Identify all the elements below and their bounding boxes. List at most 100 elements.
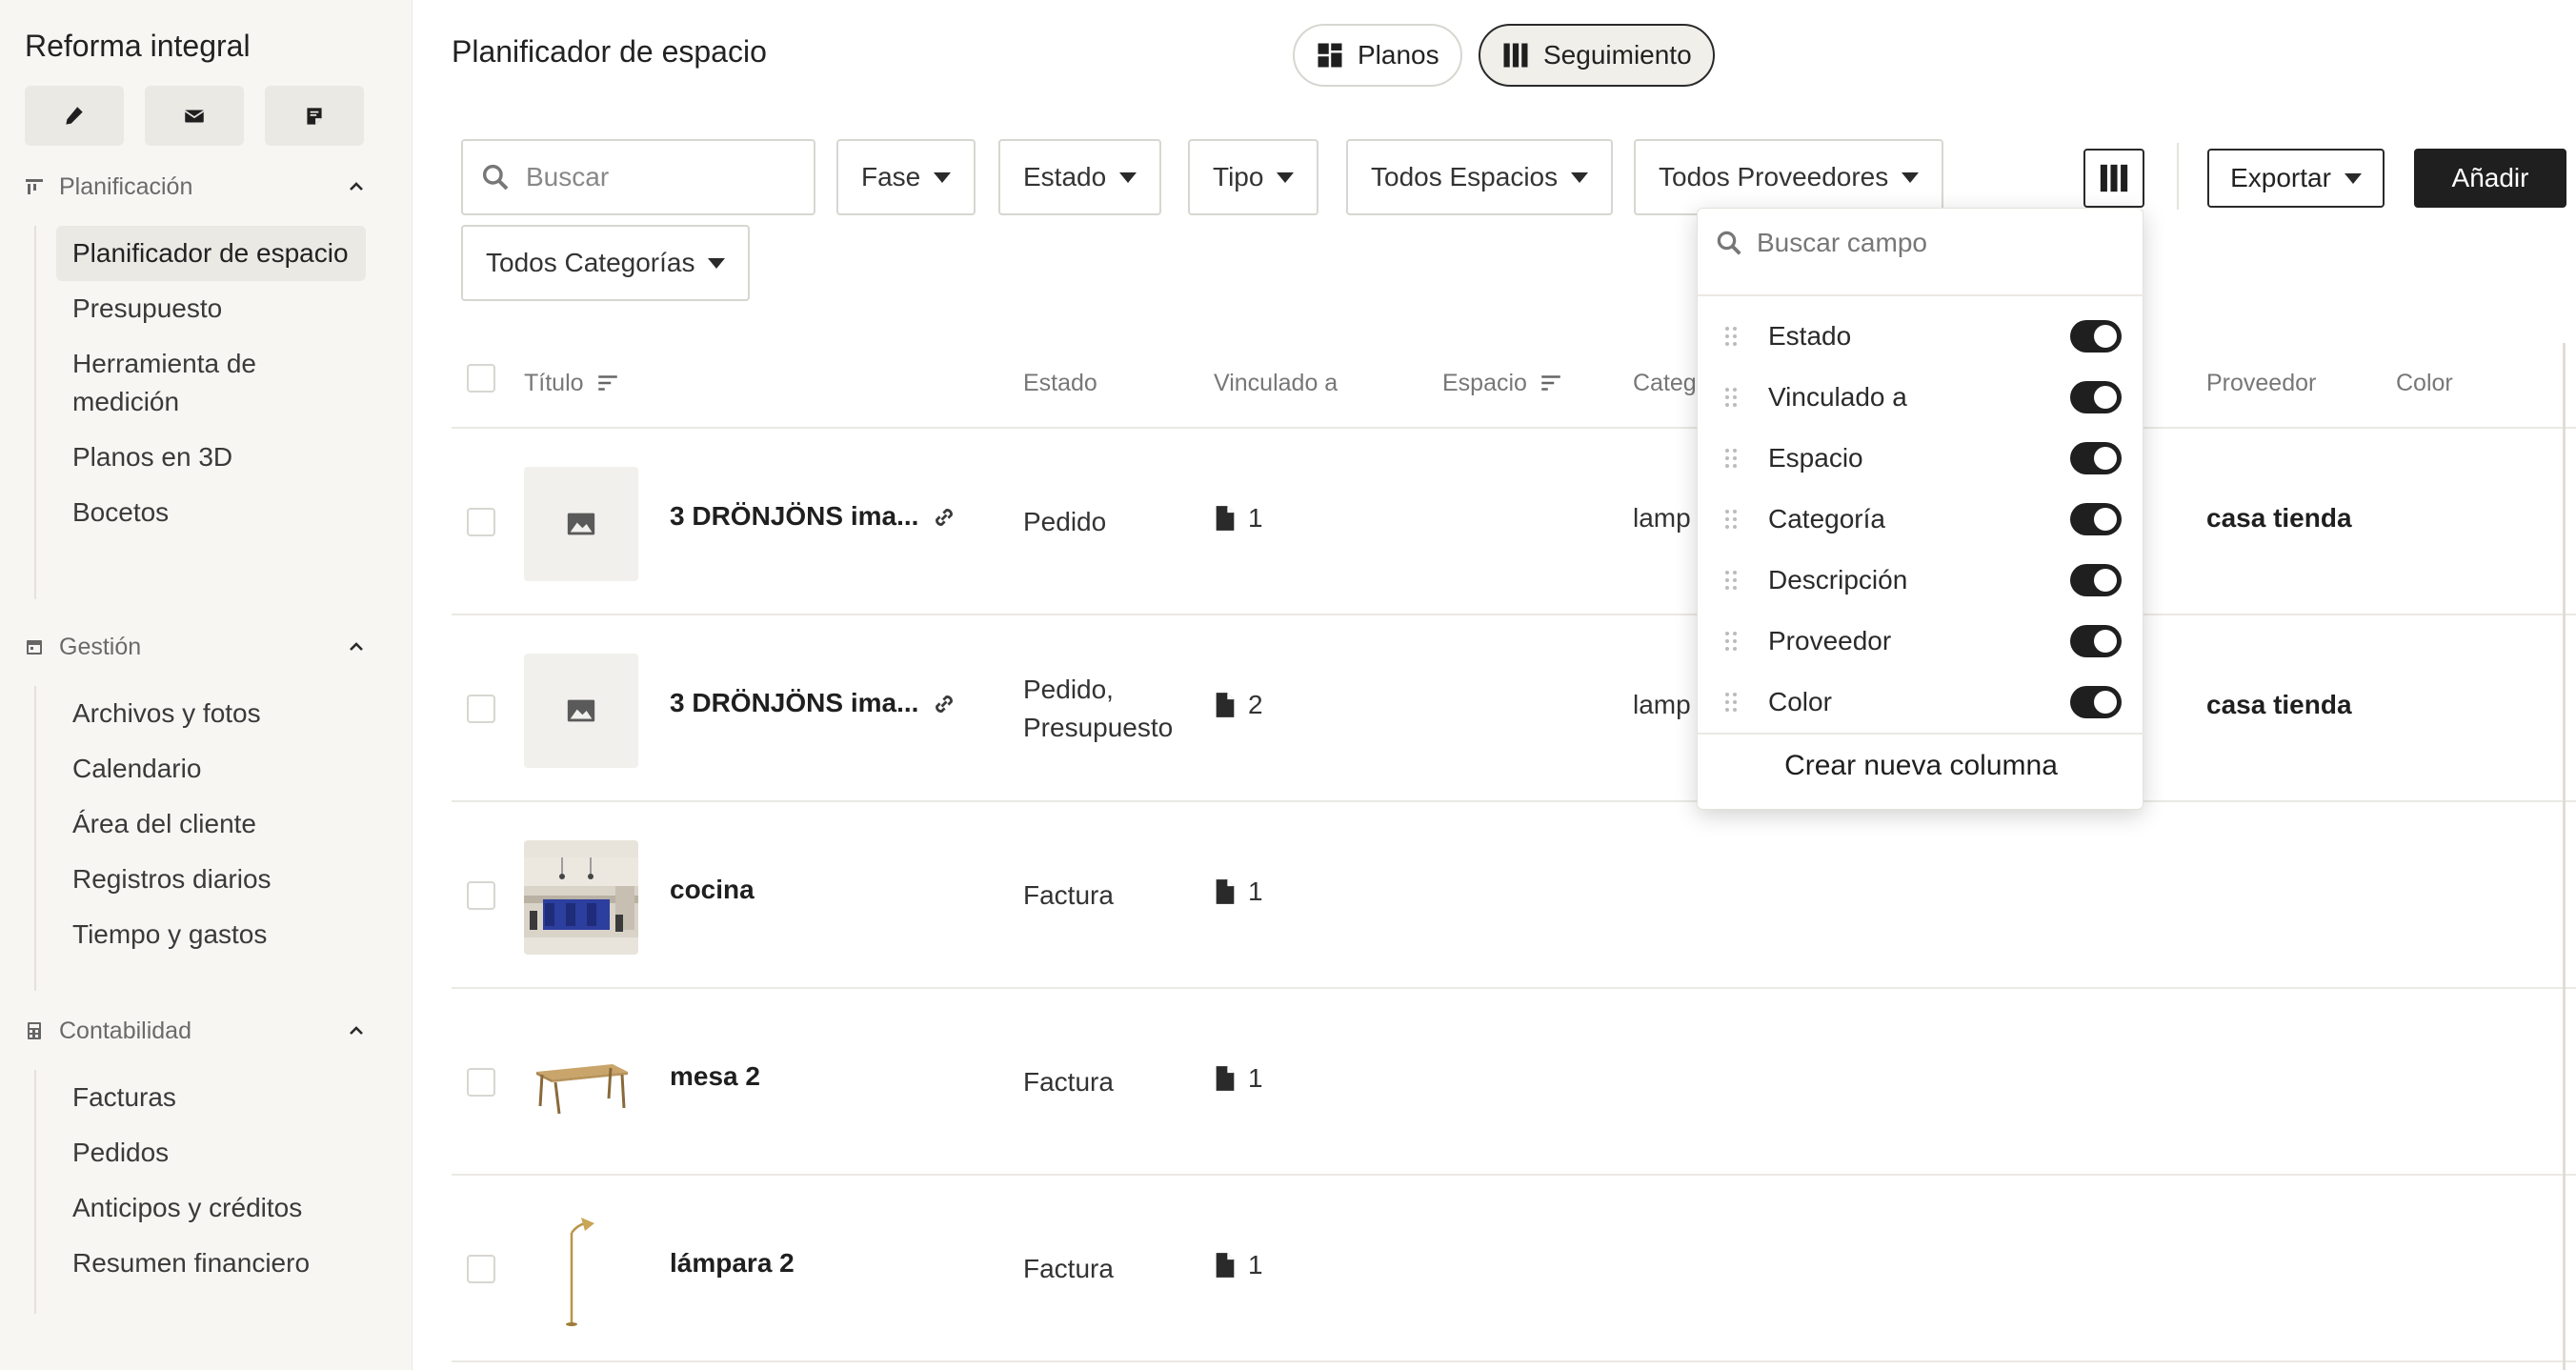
row-category: lamp — [1633, 503, 1691, 533]
sidebar-item-pedidos[interactable]: Pedidos — [56, 1125, 366, 1180]
field-row-proveedor[interactable]: Proveedor — [1698, 611, 2144, 672]
row-title[interactable]: 3 DRÖNJÖNS ima... — [670, 688, 918, 718]
filter-fase[interactable]: Fase — [836, 139, 976, 215]
filter-proveedores[interactable]: Todos Proveedores — [1634, 139, 1944, 215]
chevron-up-icon[interactable] — [345, 635, 368, 658]
drag-handle-icon[interactable] — [1724, 386, 1738, 409]
sidebar: Reforma integral Planificación Planifica… — [0, 0, 413, 1370]
row-linked[interactable]: 2 — [1214, 690, 1263, 720]
table-row[interactable]: cocina Factura 1 — [452, 802, 2576, 989]
row-checkbox[interactable] — [467, 1068, 495, 1097]
row-title[interactable]: 3 DRÖNJÖNS ima... — [670, 501, 918, 532]
table-scrollbar[interactable] — [2563, 343, 2566, 1370]
filter-estado[interactable]: Estado — [998, 139, 1162, 215]
document-icon — [1216, 1066, 1235, 1091]
chevron-up-icon[interactable] — [345, 1019, 368, 1042]
column-header-proveedor[interactable]: Proveedor — [2206, 364, 2316, 402]
sidebar-item-resumen[interactable]: Resumen financiero — [56, 1236, 366, 1291]
row-linked[interactable]: 1 — [1214, 1250, 1263, 1280]
drag-handle-icon[interactable] — [1724, 447, 1738, 470]
field-row-descripcion[interactable]: Descripción — [1698, 550, 2144, 611]
column-label: Título — [524, 369, 584, 396]
sidebar-item-anticipos[interactable]: Anticipos y créditos — [56, 1180, 366, 1236]
table-row[interactable]: mesa 2 Factura 1 — [452, 989, 2576, 1176]
row-checkbox[interactable] — [467, 881, 495, 910]
link-icon[interactable] — [930, 690, 958, 718]
create-column-button[interactable]: Crear nueva columna — [1698, 750, 2144, 782]
section-planificacion[interactable]: Planificación — [25, 168, 368, 206]
column-header-espacio[interactable]: Espacio — [1442, 364, 1563, 402]
sidebar-item-presupuesto[interactable]: Presupuesto — [56, 281, 366, 336]
export-button[interactable]: Exportar — [2207, 149, 2385, 208]
select-all-checkbox[interactable] — [467, 364, 495, 393]
field-row-color[interactable]: Color — [1698, 672, 2144, 733]
column-header-color[interactable]: Color — [2396, 364, 2453, 402]
drag-handle-icon[interactable] — [1724, 691, 1738, 714]
sidebar-item-facturas[interactable]: Facturas — [56, 1070, 366, 1125]
row-linked[interactable]: 1 — [1214, 876, 1263, 907]
section-label: Planificación — [59, 172, 193, 200]
link-icon[interactable] — [930, 503, 958, 532]
field-toggle[interactable] — [2070, 625, 2122, 657]
drag-handle-icon[interactable] — [1724, 569, 1738, 592]
sidebar-item-bocetos[interactable]: Bocetos — [56, 485, 366, 540]
mail-button[interactable] — [145, 86, 244, 146]
field-toggle[interactable] — [2070, 381, 2122, 413]
field-toggle[interactable] — [2070, 686, 2122, 718]
row-title[interactable]: lámpara 2 — [670, 1248, 795, 1279]
notes-button[interactable] — [265, 86, 364, 146]
chevron-up-icon[interactable] — [345, 175, 368, 198]
sidebar-item-archivos[interactable]: Archivos y fotos — [56, 686, 366, 741]
field-toggle[interactable] — [2070, 320, 2122, 353]
row-linked[interactable]: 1 — [1214, 1063, 1263, 1094]
edit-button[interactable] — [25, 86, 124, 146]
section-gestion[interactable]: Gestión — [25, 628, 368, 666]
field-row-estado[interactable]: Estado — [1698, 306, 2144, 367]
table-row[interactable]: 3 DRÖNJÖNS ima... Pedido, Presupuesto 2 … — [452, 615, 2576, 802]
row-provider[interactable]: casa tienda — [2206, 503, 2352, 534]
field-search-input[interactable] — [1757, 228, 2119, 258]
search-input[interactable] — [526, 162, 783, 192]
drag-handle-icon[interactable] — [1724, 325, 1738, 348]
sidebar-item-tiempo[interactable]: Tiempo y gastos — [56, 907, 366, 962]
drag-handle-icon[interactable] — [1724, 630, 1738, 653]
field-toggle[interactable] — [2070, 442, 2122, 474]
view-planos-button[interactable]: Planos — [1293, 24, 1462, 87]
row-checkbox[interactable] — [467, 508, 495, 536]
row-provider[interactable]: casa tienda — [2206, 690, 2352, 720]
row-checkbox[interactable] — [467, 1255, 495, 1283]
column-header-vinculado[interactable]: Vinculado a — [1214, 364, 1338, 402]
sidebar-item-planificador[interactable]: Planificador de espacio — [56, 226, 366, 281]
field-toggle[interactable] — [2070, 503, 2122, 535]
sidebar-item-registros[interactable]: Registros diarios — [56, 852, 366, 907]
filter-espacios[interactable]: Todos Espacios — [1346, 139, 1614, 215]
sidebar-item-cliente[interactable]: Área del cliente — [56, 796, 366, 852]
drag-handle-icon[interactable] — [1724, 508, 1738, 531]
column-header-titulo[interactable]: Título — [524, 364, 620, 402]
caret-down-icon — [1571, 171, 1589, 183]
field-row-categoria[interactable]: Categoría — [1698, 489, 2144, 550]
row-title[interactable]: cocina — [670, 875, 755, 905]
columns-button[interactable] — [2083, 149, 2144, 208]
image-icon — [567, 513, 595, 535]
sort-icon[interactable] — [1539, 371, 1563, 395]
row-checkbox[interactable] — [467, 695, 495, 723]
row-linked[interactable]: 1 — [1214, 503, 1263, 534]
add-button[interactable]: Añadir — [2414, 149, 2566, 208]
sidebar-item-planos-3d[interactable]: Planos en 3D — [56, 430, 366, 485]
sidebar-item-calendario[interactable]: Calendario — [56, 741, 366, 796]
sort-icon[interactable] — [595, 371, 620, 395]
table-row[interactable]: lámpara 2 Factura 1 — [452, 1176, 2576, 1362]
column-header-categoria[interactable]: Categ — [1633, 364, 1697, 402]
section-contabilidad[interactable]: Contabilidad — [25, 1012, 368, 1050]
sidebar-item-medicion[interactable]: Herramienta de medición — [56, 336, 366, 430]
filter-tipo[interactable]: Tipo — [1188, 139, 1319, 215]
field-toggle[interactable] — [2070, 564, 2122, 596]
filter-categorias[interactable]: Todos Categorías — [461, 225, 751, 301]
column-header-estado[interactable]: Estado — [1023, 364, 1097, 402]
field-row-espacio[interactable]: Espacio — [1698, 428, 2144, 489]
field-row-vinculado[interactable]: Vinculado a — [1698, 367, 2144, 428]
view-seguimiento-button[interactable]: Seguimiento — [1479, 24, 1715, 87]
row-title[interactable]: mesa 2 — [670, 1061, 760, 1092]
table-row[interactable]: 3 DRÖNJÖNS ima... Pedido 1 lamp or casa … — [452, 429, 2576, 615]
